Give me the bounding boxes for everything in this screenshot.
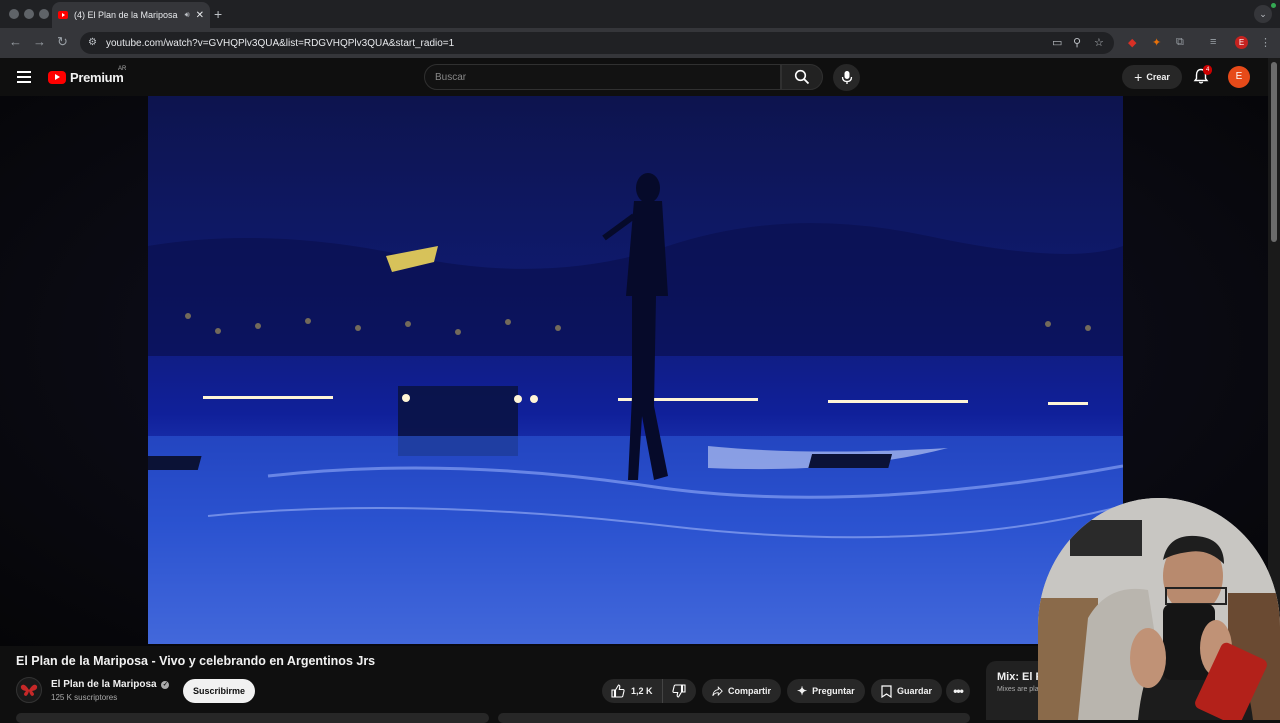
voice-search-button[interactable]: [833, 64, 860, 91]
channel-avatar[interactable]: [16, 677, 42, 703]
reload-icon[interactable]: ↻: [57, 34, 68, 50]
cast-icon[interactable]: ▭: [1052, 36, 1062, 49]
address-bar[interactable]: ⚙︎ youtube.com/watch?v=GVHQPlv3QUA&list=…: [80, 32, 1114, 54]
search-placeholder: Buscar: [435, 71, 467, 83]
create-label: Crear: [1146, 72, 1170, 82]
create-button[interactable]: + Crear: [1122, 65, 1182, 89]
thumbs-down-icon: [671, 684, 686, 698]
tab-search-icon[interactable]: ⌄: [1254, 5, 1272, 23]
close-tab-icon[interactable]: ✕: [196, 10, 204, 21]
bookmark-icon: [881, 684, 892, 698]
update-dot-icon: [1271, 3, 1276, 8]
dislike-button[interactable]: [663, 679, 695, 703]
youtube-header: Premium AR Buscar + Crear 4 E: [0, 58, 1268, 96]
search-input[interactable]: Buscar: [424, 64, 781, 90]
extension-1-icon[interactable]: ◆: [1128, 36, 1136, 49]
thumbs-up-icon: [611, 684, 625, 698]
speaker-icon[interactable]: 🔊︎: [185, 10, 190, 20]
new-tab-icon[interactable]: +: [214, 6, 222, 22]
minimize-window-dot[interactable]: [24, 9, 34, 19]
subscribe-button[interactable]: Suscribirme: [183, 679, 255, 703]
save-button[interactable]: Guardar: [871, 679, 942, 703]
microphone-icon: [841, 71, 852, 84]
more-actions-button[interactable]: •••: [946, 679, 970, 703]
url-text: youtube.com/watch?v=GVHQPlv3QUA&list=RDG…: [106, 37, 455, 49]
sparkle-icon: ✦: [797, 684, 808, 698]
maximize-window-dot[interactable]: [39, 9, 49, 19]
share-icon: [712, 685, 723, 696]
plus-icon: +: [1134, 69, 1143, 85]
user-avatar[interactable]: E: [1228, 66, 1250, 88]
video-player[interactable]: [148, 96, 1123, 644]
browser-toolbar: ← → ↻ ⚙︎ youtube.com/watch?v=GVHQPlv3QUA…: [0, 28, 1280, 58]
ask-label: Preguntar: [812, 686, 855, 696]
more-horizontal-icon: •••: [953, 684, 964, 698]
like-button[interactable]: 1,2 K: [602, 679, 663, 703]
tab-title: (4) El Plan de la Mariposa: [74, 10, 178, 20]
youtube-play-icon: [48, 71, 66, 84]
subscriber-count: 125 K suscriptores: [51, 693, 118, 702]
channel-name[interactable]: El Plan de la Mariposa ✓: [51, 679, 170, 690]
forward-icon[interactable]: →: [33, 34, 46, 49]
description-card[interactable]: [16, 713, 489, 723]
search-icon: [794, 69, 810, 85]
concert-frame: [148, 173, 1123, 644]
video-title: El Plan de la Mariposa - Vivo y celebran…: [16, 654, 376, 668]
extensions-puzzle-icon[interactable]: ⧉: [1176, 36, 1184, 49]
browser-menu-icon[interactable]: ⋮: [1260, 36, 1271, 49]
close-window-dot[interactable]: [9, 9, 19, 19]
menu-icon[interactable]: [17, 71, 31, 83]
search-button[interactable]: [781, 64, 823, 90]
site-settings-icon[interactable]: ⚙︎: [88, 37, 97, 48]
save-label: Guardar: [896, 686, 932, 696]
youtube-premium-logo[interactable]: Premium AR: [48, 66, 126, 85]
like-count: 1,2 K: [631, 686, 653, 696]
reading-list-icon[interactable]: ≡: [1210, 36, 1216, 48]
browser-tab-strip: (4) El Plan de la Mariposa 🔊︎ ✕ + ⌄: [0, 0, 1280, 28]
youtube-favicon-icon: [58, 11, 68, 19]
logo-text: Premium: [70, 70, 124, 85]
butterfly-icon: [20, 684, 38, 696]
share-button[interactable]: Compartir: [702, 679, 781, 703]
browser-tab-active[interactable]: (4) El Plan de la Mariposa 🔊︎ ✕: [52, 2, 210, 28]
extension-2-icon[interactable]: ✦: [1152, 36, 1161, 49]
channel-name-text: El Plan de la Mariposa: [51, 679, 157, 690]
scrollbar-thumb[interactable]: [1271, 62, 1277, 242]
comments-card[interactable]: [498, 713, 970, 723]
zoom-icon[interactable]: ⚲: [1073, 36, 1081, 49]
country-code: AR: [118, 66, 127, 72]
notifications-button[interactable]: 4: [1192, 65, 1213, 87]
ask-button[interactable]: ✦ Preguntar: [787, 679, 865, 703]
verified-icon: ✓: [161, 681, 170, 689]
browser-profile-avatar[interactable]: E: [1235, 36, 1248, 49]
share-label: Compartir: [727, 686, 771, 696]
bookmark-star-icon[interactable]: ☆: [1094, 36, 1104, 49]
notification-badge: 4: [1203, 65, 1213, 75]
back-icon[interactable]: ←: [9, 34, 22, 49]
like-dislike-group: 1,2 K: [602, 679, 696, 703]
